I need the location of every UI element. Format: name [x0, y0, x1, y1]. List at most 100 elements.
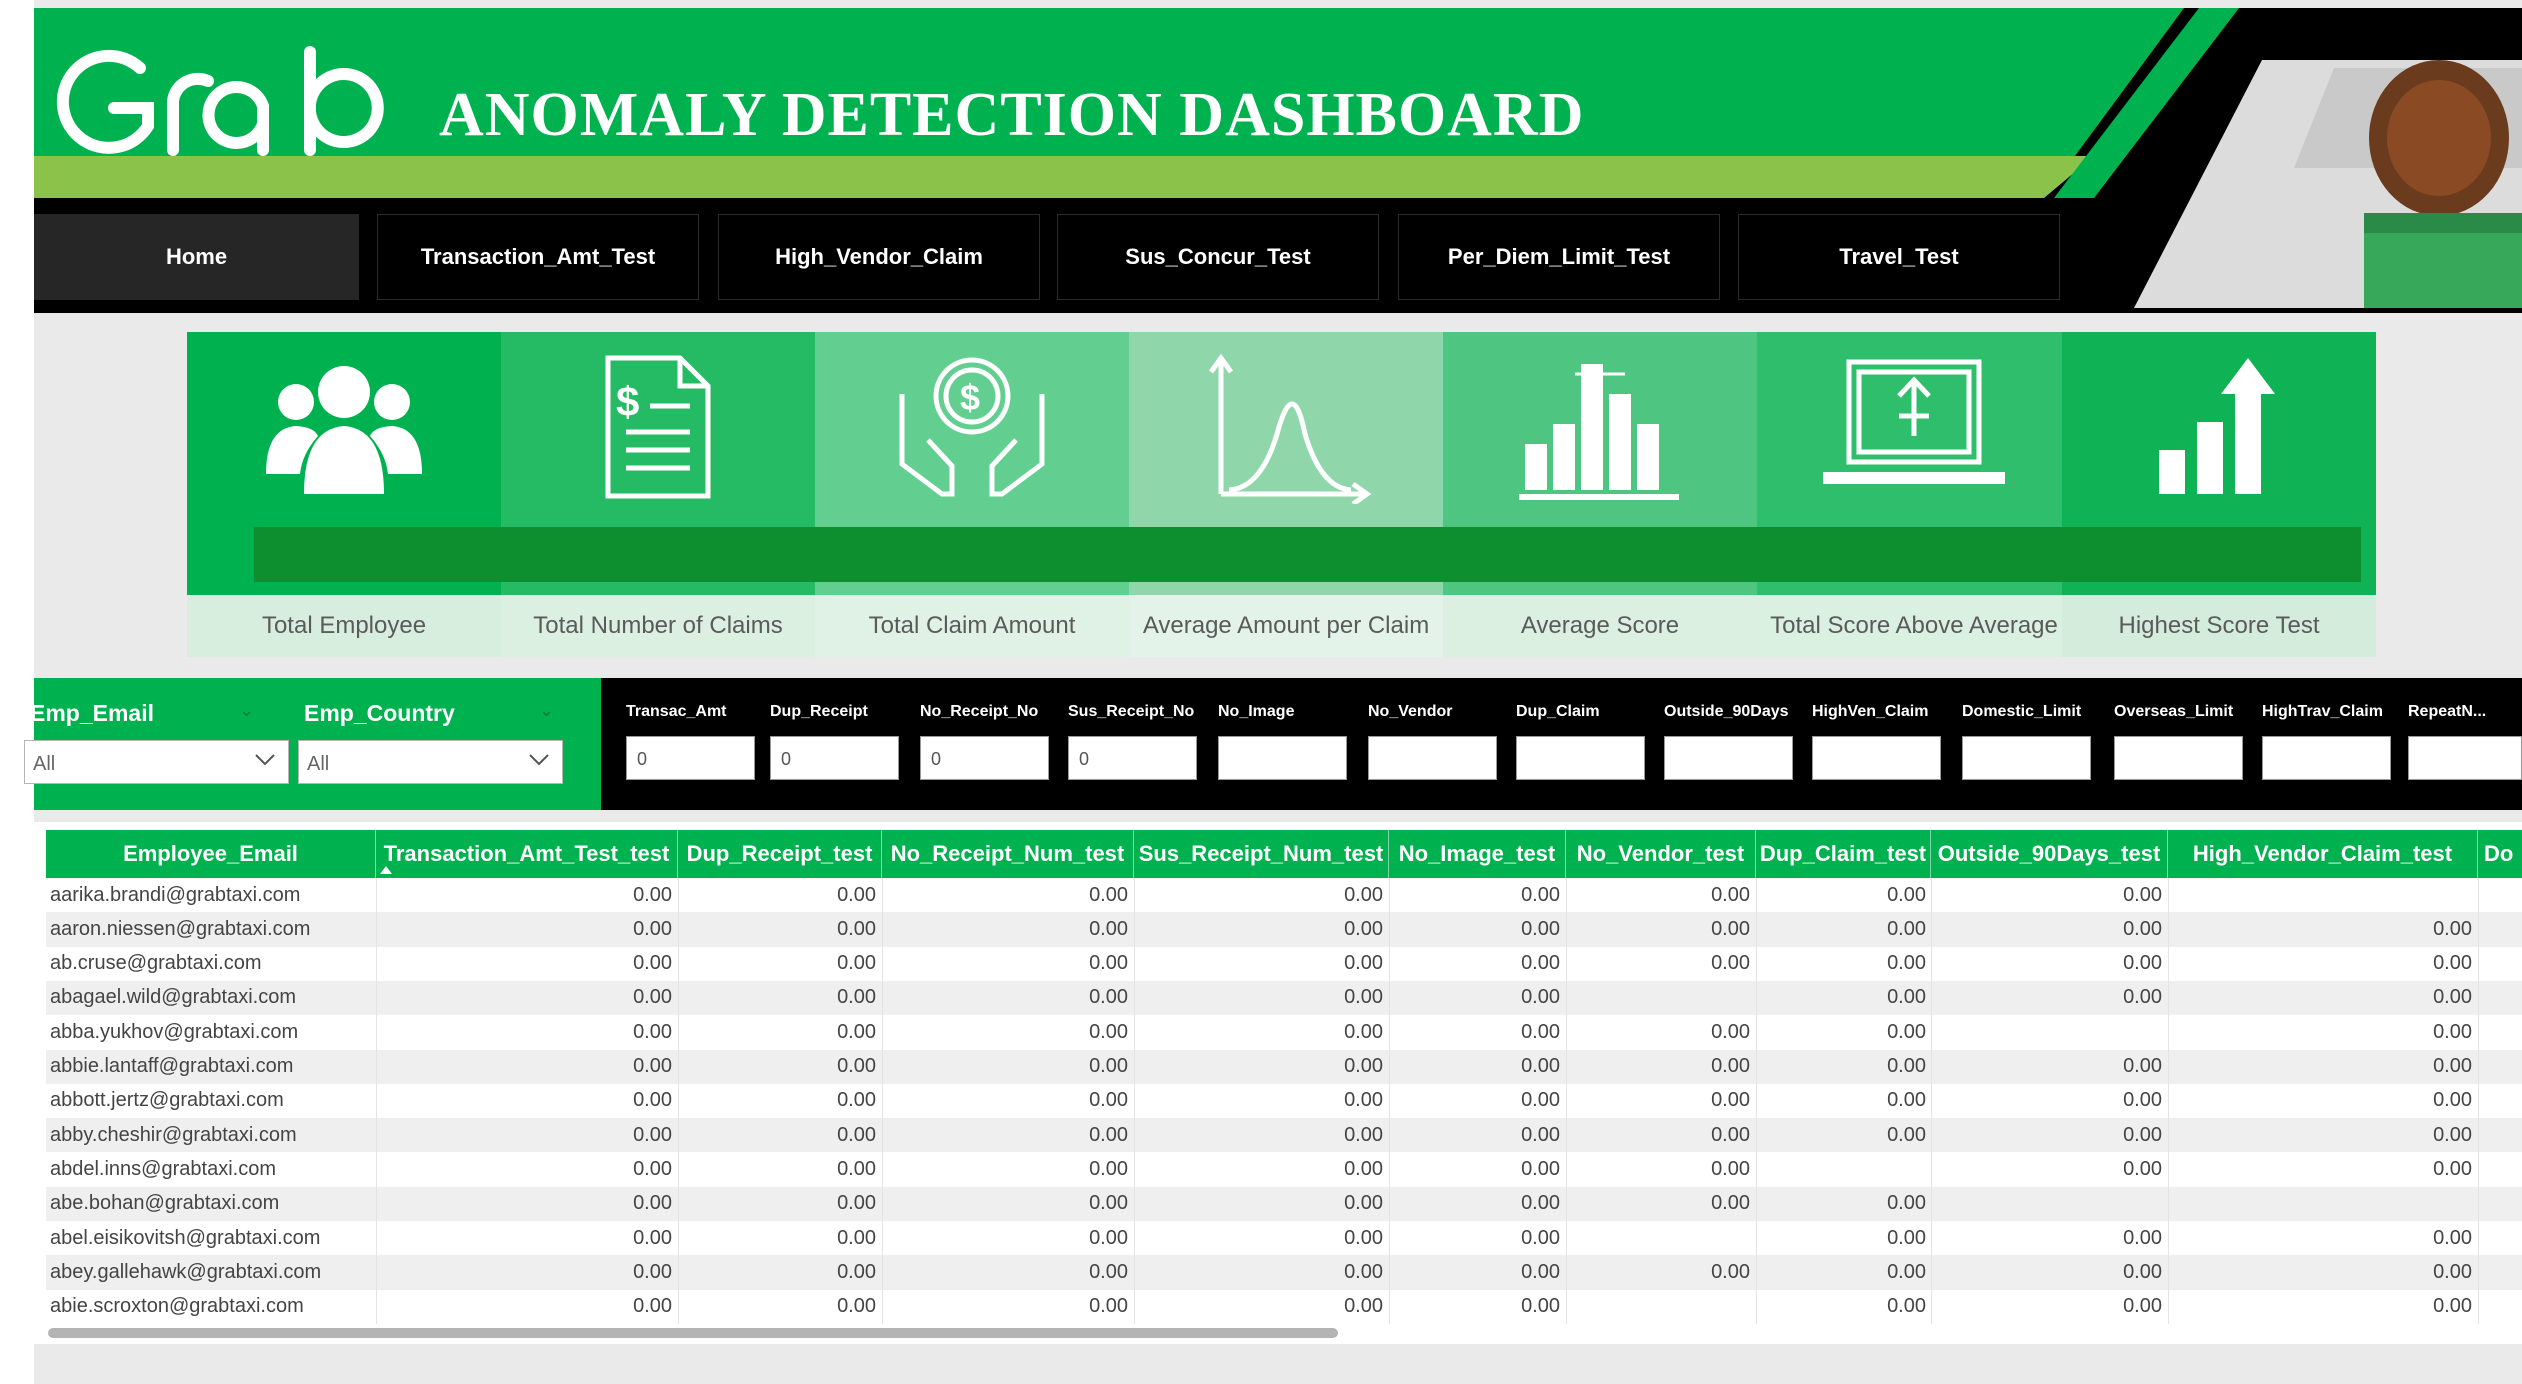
score-cell: 0.00 [1711, 1089, 1750, 1112]
table-row[interactable]: abba.yukhov@grabtaxi.com 0.00 0.00 0.00 0.00… [46, 1015, 2522, 1049]
filter-input[interactable] [1962, 736, 2091, 780]
column-header[interactable]: No_Receipt_Num_test [882, 830, 1134, 878]
filter-input[interactable] [2408, 736, 2522, 780]
employee-email-cell: abie.scroxton@grabtaxi.com [50, 1295, 304, 1318]
score-cell: 0.00 [1089, 952, 1128, 975]
score-cell: 0.00 [1089, 1260, 1128, 1283]
tab-high-vendor-claim[interactable]: High_Vendor_Claim [718, 214, 1040, 300]
sort-ascending-icon[interactable] [380, 866, 392, 874]
column-header[interactable]: Do [2478, 830, 2522, 878]
table-row[interactable]: aarika.brandi@grabtaxi.com 0.00 0.00 0.00 0.… [46, 878, 2522, 912]
filter-value: 0 [781, 749, 792, 769]
horizontal-scrollbar[interactable] [48, 1328, 1338, 1338]
filter-input[interactable]: 0 [770, 736, 899, 780]
score-cell: 0.00 [837, 883, 876, 906]
kpi-card-total-claims: $ Total Number of Claims [501, 332, 815, 657]
filter-input[interactable] [1812, 736, 1941, 780]
score-cell [1610, 1290, 1750, 1324]
score-cell: 0.00 [633, 986, 672, 1009]
tab-home[interactable]: Home [34, 214, 359, 300]
filter-input[interactable] [1368, 736, 1497, 780]
column-header[interactable]: No_Image_test [1389, 830, 1566, 878]
tab-sus-concur-test[interactable]: Sus_Concur_Test [1057, 214, 1379, 300]
filter-input[interactable] [1516, 736, 1645, 780]
table-row[interactable]: abby.cheshir@grabtaxi.com 0.00 0.00 0.00 0.0… [46, 1118, 2522, 1153]
column-header[interactable]: Dup_Receipt_test [678, 830, 882, 878]
table-row[interactable]: abagael.wild@grabtaxi.com 0.00 0.00 0.00 0.0… [46, 980, 2522, 1016]
filter-input[interactable]: 0 [1068, 736, 1197, 780]
dashboard-page: ANOMALY DETECTION DASHBOARD Home Transac… [0, 0, 2522, 1384]
rising-bars-icon [2159, 358, 2275, 494]
table-row[interactable]: abey.gallehawk@grabtaxi.com 0.00 0.00 0.00 0… [46, 1255, 2522, 1290]
table-row[interactable]: abdel.inns@grabtaxi.com 0.00 0.00 0.00 0.00 0… [46, 1152, 2522, 1186]
score-cell: 0.00 [633, 883, 672, 906]
score-cell: 0.00 [1521, 1260, 1560, 1283]
score-cell: 0.00 [633, 917, 672, 940]
score-cell: 0.00 [1887, 1089, 1926, 1112]
score-cell: 0.00 [2123, 1089, 2162, 1112]
employee-email-cell: abey.gallehawk@grabtaxi.com [50, 1260, 322, 1283]
laptop-upload-icon [1823, 359, 2005, 484]
score-cell: 0.00 [633, 1226, 672, 1249]
tab-transaction-amt-test[interactable]: Transaction_Amt_Test [377, 214, 699, 300]
filter-input[interactable]: 0 [626, 736, 755, 780]
group-people-icon [266, 366, 422, 494]
score-cell: 0.00 [2433, 1295, 2472, 1318]
table-row[interactable]: abie.scroxton@grabtaxi.com 0.00 0.00 0.00 0.… [46, 1290, 2522, 1324]
column-header[interactable]: High_Vendor_Claim_test [2168, 830, 2478, 878]
score-cell: 0.00 [837, 1055, 876, 1077]
score-cell: 0.00 [1521, 1020, 1560, 1043]
column-header[interactable]: Transaction_Amt_Test_test [376, 830, 678, 878]
score-cell: 0.00 [1887, 1226, 1926, 1249]
filter-input[interactable]: 0 [920, 736, 1049, 780]
score-cell: 0.00 [1344, 1295, 1383, 1318]
column-header[interactable]: Dup_Claim_test [1756, 830, 1931, 878]
score-cell: 0.00 [837, 917, 876, 940]
redaction-bar [254, 527, 2361, 582]
score-cell: 0.00 [2123, 1260, 2162, 1283]
chevron-down-icon[interactable] [524, 745, 554, 775]
filter-input[interactable] [1664, 736, 1793, 780]
score-cell: 0.00 [1344, 1055, 1383, 1077]
slicer-emp-email[interactable]: All [24, 740, 289, 784]
score-cell: 0.00 [1089, 1157, 1128, 1180]
header-banner: ANOMALY DETECTION DASHBOARD Home Transac… [34, 8, 2522, 313]
column-header[interactable]: No_Vendor_test [1566, 830, 1756, 878]
tab-per-diem-limit-test[interactable]: Per_Diem_Limit_Test [1398, 214, 1720, 300]
left-gutter [0, 0, 34, 1384]
filter-input[interactable] [2114, 736, 2243, 780]
score-cell: 0.00 [633, 1089, 672, 1112]
filter-label: Overseas_Limit [2114, 703, 2234, 720]
column-header[interactable]: Outside_90Days_test [1931, 830, 2168, 878]
table-row[interactable]: abe.bohan@grabtaxi.com 0.00 0.00 0.00 0.00 0.… [46, 1186, 2522, 1221]
score-cell: 0.00 [1711, 1020, 1750, 1043]
tab-travel-test[interactable]: Travel_Test [1738, 214, 2060, 300]
kpi-card-average-amount-per-claim: Average Amount per Claim [1129, 332, 1443, 657]
column-header[interactable]: Employee_Email [46, 830, 376, 878]
table-row[interactable]: aaron.niessen@grabtaxi.com 0.00 0.00 0.00 0.… [46, 912, 2522, 947]
money-hands-icon: $ [899, 357, 1045, 497]
filter-input[interactable] [1218, 736, 1347, 780]
invoice-document-icon: $ [605, 355, 711, 499]
filter-input[interactable] [2262, 736, 2391, 780]
employee-email-cell: abbott.jertz@grabtaxi.com [50, 1089, 284, 1112]
table-row[interactable]: abbott.jertz@grabtaxi.com 0.00 0.00 0.00 0.0… [46, 1084, 2522, 1118]
filter-label: Sus_Receipt_No [1068, 703, 1195, 720]
score-cell: 0.00 [1521, 1157, 1560, 1180]
employee-email-cell: abdel.inns@grabtaxi.com [50, 1157, 276, 1180]
filter-label: RepeatN... [2408, 703, 2487, 720]
chevron-down-icon[interactable] [250, 745, 280, 775]
score-cell: 0.00 [1089, 1020, 1128, 1043]
column-header[interactable]: Sus_Receipt_Num_test [1134, 830, 1389, 878]
score-cell: 0.00 [2433, 1123, 2472, 1146]
slicer-emp-country[interactable]: All [298, 740, 563, 784]
slicer-value: All [33, 753, 56, 775]
employee-email-cell: aarika.brandi@grabtaxi.com [50, 883, 301, 906]
table-row[interactable]: abbie.lantaff@grabtaxi.com 0.00 0.00 0.00 0.… [46, 1049, 2522, 1084]
table-row[interactable]: abel.eisikovitsh@grabtaxi.com 0.00 0.00 0.0… [46, 1221, 2522, 1255]
score-cell: 0.00 [1521, 1089, 1560, 1112]
column-divider [376, 878, 377, 1324]
table-row[interactable]: ab.cruse@grabtaxi.com 0.00 0.00 0.00 0.00 0.0… [46, 947, 2522, 981]
score-cell [2332, 1187, 2472, 1221]
score-cell: 0.00 [2123, 1226, 2162, 1249]
